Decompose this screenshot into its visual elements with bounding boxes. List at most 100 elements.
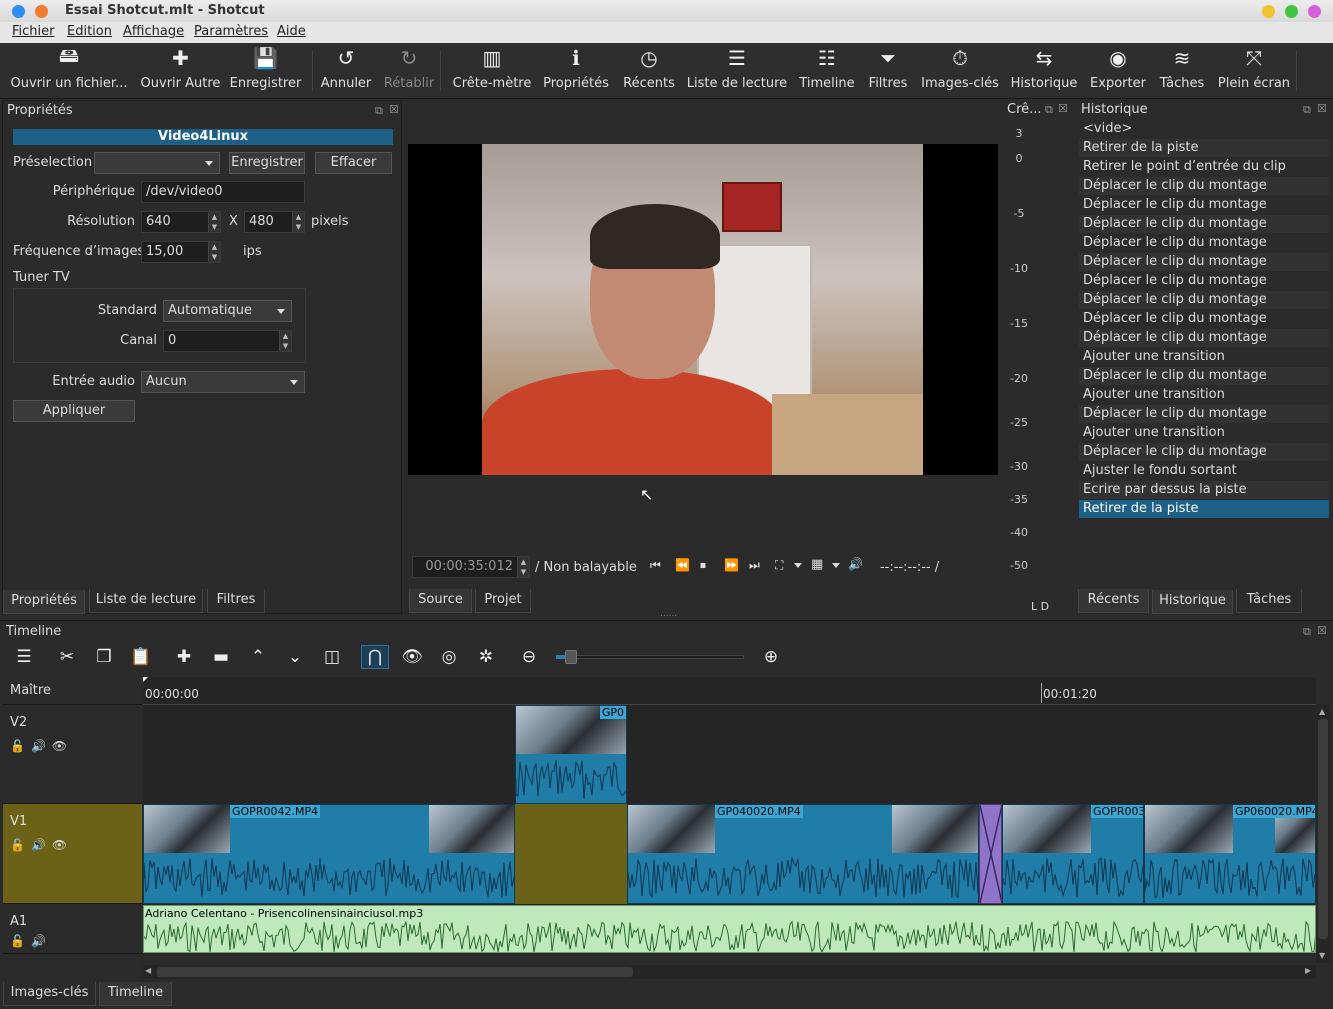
snap-icon[interactable]: ⋂ [361, 645, 389, 669]
window-yellow-button[interactable] [1262, 5, 1275, 18]
toolbar-timeline-button[interactable]: ☷ Timeline [796, 43, 858, 99]
volume-icon[interactable]: 🔊 [848, 557, 863, 571]
zoom-fit-icon[interactable]: ⛶ [775, 558, 783, 573]
toolbar-jobs-button[interactable]: ≋ Tâches [1152, 43, 1212, 99]
toolbar-fullscreen-button[interactable]: ⤧ Plein écran [1216, 43, 1292, 99]
history-item[interactable]: Déplacer le clip du montage [1079, 443, 1329, 461]
horizontal-scroll-thumb[interactable] [157, 967, 633, 977]
history-item[interactable]: Ecrire par dessus la piste [1079, 481, 1329, 499]
clip-gp040020[interactable]: GP040020.MP4 [627, 804, 979, 904]
history-item[interactable]: <vide> [1079, 120, 1329, 138]
zoom-in-icon[interactable]: ⊕ [757, 645, 785, 669]
toolbar-stopwatch-button[interactable]: ⏱ Images-clés [918, 43, 1002, 99]
history-item[interactable]: Retirer de la piste [1079, 500, 1329, 518]
track-head-v2[interactable]: V2 🔓🔊👁 [3, 705, 142, 804]
zoom-slider-handle[interactable] [565, 650, 578, 664]
history-item[interactable]: Déplacer le clip du montage [1079, 405, 1329, 423]
toolbar-export-button[interactable]: ◉ Exporter [1088, 43, 1148, 99]
cut-icon[interactable]: ✂ [53, 645, 81, 669]
dock-close-icon[interactable]: ☒ [389, 103, 399, 116]
toolbar-open-other-button[interactable]: ✚ Ouvrir Autre [138, 43, 223, 99]
tab-images-cles[interactable]: Images-clés [3, 982, 96, 1006]
dock-float-icon[interactable]: ⧉ [375, 104, 383, 118]
close-window-button[interactable] [12, 5, 25, 18]
remove-icon[interactable]: ▬ [207, 645, 235, 669]
tab-projet[interactable]: Projet [475, 589, 531, 613]
timeline-menu-icon[interactable]: ☰ [10, 645, 38, 669]
skip-previous-icon[interactable]: ⏮ [650, 558, 661, 573]
zoom-slider-track[interactable] [556, 655, 744, 659]
lock-icon[interactable]: 🔓 [10, 838, 31, 852]
history-item[interactable]: Retirer le point d’entrée du clip [1079, 158, 1329, 176]
hide-icon[interactable]: 👁 [52, 739, 73, 753]
meter-close-icon[interactable]: ☒ [1058, 102, 1068, 115]
clip-gopr0042[interactable]: GOPR0042.MP4 [143, 804, 515, 904]
track-head-a1[interactable]: A1 🔓🔊 [3, 904, 142, 954]
mute-icon[interactable]: 🔊 [31, 934, 52, 948]
copy-icon[interactable]: ❐ [90, 645, 118, 669]
timeline-close-icon[interactable]: ☒ [1317, 624, 1327, 637]
history-item[interactable]: Déplacer le clip du montage [1079, 367, 1329, 385]
tab-liste-de-lecture[interactable]: Liste de lecture [89, 589, 203, 613]
gap-blank[interactable] [515, 804, 627, 904]
history-item[interactable]: Déplacer le clip du montage [1079, 291, 1329, 309]
history-item[interactable]: Déplacer le clip du montage [1079, 253, 1329, 271]
history-item[interactable]: Déplacer le clip du montage [1079, 177, 1329, 195]
vertical-scroll-thumb[interactable] [1318, 719, 1328, 939]
grid-dropdown-icon[interactable] [832, 563, 840, 568]
preset-save-button[interactable]: Enregistrer [229, 152, 305, 174]
resolution-height-input[interactable]: 480 ▲ ▼ [244, 211, 305, 233]
history-float-icon[interactable]: ⧉ [1303, 103, 1311, 117]
history-item[interactable]: Déplacer le clip du montage [1079, 234, 1329, 252]
preset-clear-button[interactable]: Effacer [315, 152, 392, 174]
tab-recents[interactable]: Récents [1078, 589, 1149, 613]
lock-icon[interactable]: 🔓 [10, 934, 31, 948]
grid-icon[interactable]: ▦ [811, 557, 823, 572]
toolbar-history-button[interactable]: ⇆ Historique [1008, 43, 1080, 99]
toolbar-undo-button[interactable]: ↺ Annuler [316, 43, 376, 99]
toolbar-list-button[interactable]: ☰ Liste de lecture [686, 43, 788, 99]
tab-proprietes[interactable]: Propriétés [3, 590, 85, 614]
history-item[interactable]: Déplacer le clip du montage [1079, 310, 1329, 328]
append-icon[interactable]: ✚ [170, 645, 198, 669]
playhead-icon[interactable] [143, 677, 148, 682]
toolbar-filter-button[interactable]: ⏷ Filtres [864, 43, 912, 99]
splitter-handle[interactable]: ...... [660, 609, 677, 619]
history-item[interactable]: Ajuster le fondu sortant [1079, 462, 1329, 480]
skip-next-icon[interactable]: ⏭ [749, 558, 760, 573]
mute-icon[interactable]: 🔊 [31, 838, 52, 852]
toolbar-info-button[interactable]: ℹ Propriétés [540, 43, 612, 99]
tab-filtres[interactable]: Filtres [207, 589, 265, 613]
stop-icon[interactable]: ⏹ [700, 558, 706, 573]
split-icon[interactable]: ◫ [318, 645, 346, 669]
history-item[interactable]: Déplacer le clip du montage [1079, 272, 1329, 290]
hide-icon[interactable]: 👁 [52, 838, 73, 852]
toolbar-redo-button[interactable]: ↻ Rétablir [380, 43, 438, 99]
standard-combo[interactable]: Automatique [163, 300, 292, 322]
ripple-icon[interactable]: ◎ [435, 645, 463, 669]
timeline-float-icon[interactable]: ⧉ [1303, 625, 1311, 639]
window-green-button[interactable] [1285, 5, 1298, 18]
transition[interactable] [979, 804, 1003, 904]
fast-forward-icon[interactable]: ⏩ [724, 558, 739, 572]
window-purple-button[interactable] [1308, 5, 1321, 18]
resolution-width-input[interactable]: 640 ▲ ▼ [141, 211, 221, 233]
history-item[interactable]: Retirer de la piste [1079, 139, 1329, 157]
menu-aide[interactable]: Aide [277, 24, 306, 39]
scrub-icon[interactable]: 👁 [398, 645, 426, 669]
channel-input[interactable]: 0 ▲ ▼ [163, 330, 292, 352]
menu-parametres[interactable]: Paramètres [194, 24, 268, 39]
rewind-icon[interactable]: ⏪ [675, 558, 690, 572]
tab-historique[interactable]: Historique [1152, 590, 1233, 614]
menu-fichier[interactable]: Fichier [12, 24, 55, 39]
timeline-ruler[interactable]: 00:00:00 00:01:20 [143, 677, 1316, 705]
minimize-window-button[interactable] [35, 5, 48, 18]
clip-audio-a1[interactable]: Adriano Celentano - Prisencolinensinainc… [143, 905, 1316, 953]
history-item[interactable]: Ajouter une transition [1079, 386, 1329, 404]
toolbar-clock-button[interactable]: ◷ Récents [618, 43, 680, 99]
horizontal-scrollbar[interactable]: ◀ ▶ [143, 965, 1316, 979]
history-item[interactable]: Déplacer le clip du montage [1079, 329, 1329, 347]
history-close-icon[interactable]: ☒ [1317, 102, 1327, 115]
overwrite-icon[interactable]: ⌄ [281, 645, 309, 669]
tab-timeline[interactable]: Timeline [99, 982, 172, 1006]
